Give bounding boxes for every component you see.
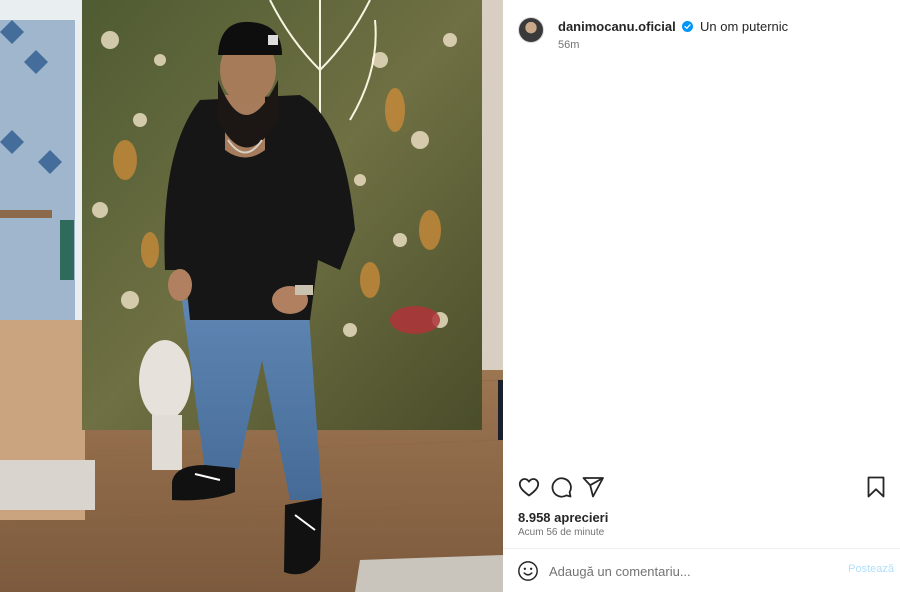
paper-plane-icon[interactable] xyxy=(581,475,605,499)
comment-bar: Postează xyxy=(503,549,900,592)
comment-input[interactable] xyxy=(549,560,829,582)
post-image[interactable] xyxy=(0,0,503,592)
smiley-icon[interactable] xyxy=(517,560,539,582)
comment-icon[interactable] xyxy=(549,475,573,499)
caption-text: Un om puternic xyxy=(700,19,789,34)
bookmark-icon[interactable] xyxy=(864,475,888,499)
verified-badge-icon xyxy=(682,21,694,32)
post-photo-illustration xyxy=(0,0,503,592)
likes-count[interactable]: 8.958 aprecieri xyxy=(518,510,608,525)
heart-icon[interactable] xyxy=(517,475,541,499)
post-timestamp[interactable]: 56m xyxy=(558,39,579,51)
relative-time: Acum 56 de minute xyxy=(518,527,605,538)
post-caption: danimocanu.oficial Un om puternic xyxy=(558,19,788,35)
post-detail-panel: danimocanu.oficial Un om puternic 56m 8.… xyxy=(503,0,900,592)
username-link[interactable]: danimocanu.oficial xyxy=(558,19,676,34)
post-actions xyxy=(517,475,888,499)
post-comment-button[interactable]: Postează xyxy=(848,563,894,575)
post-header: danimocanu.oficial Un om puternic 56m xyxy=(518,17,890,57)
avatar[interactable] xyxy=(518,17,544,43)
